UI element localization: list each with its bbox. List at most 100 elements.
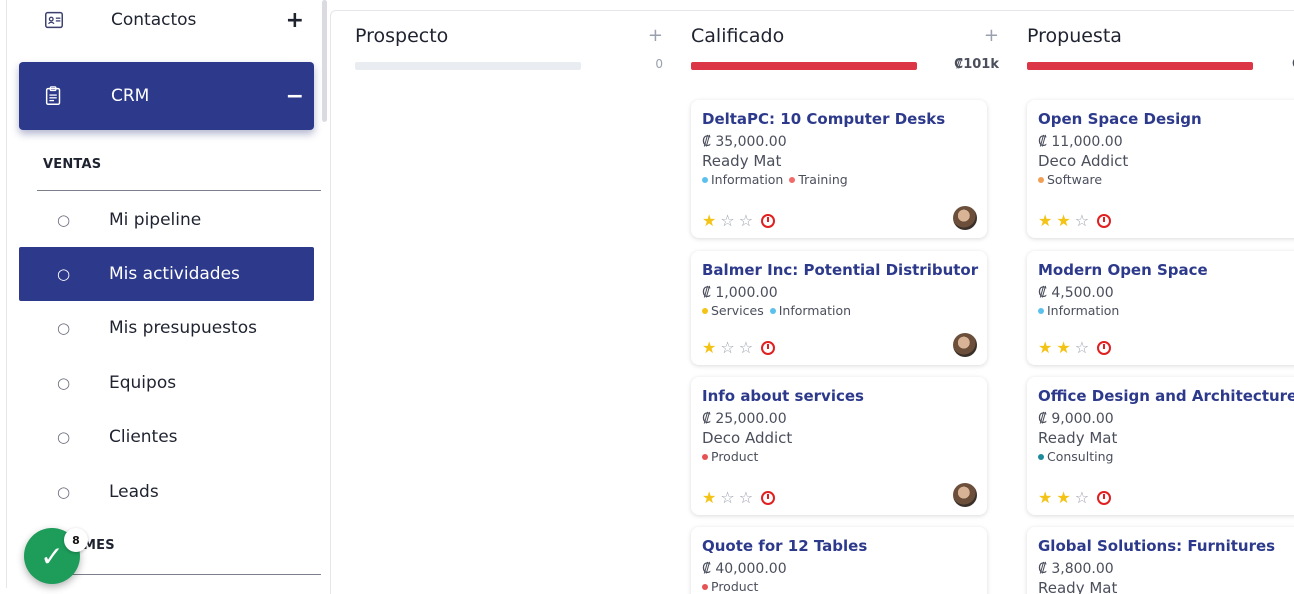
bullet-icon: ○ (57, 319, 71, 337)
sidebar-item-clientes[interactable]: ○ Clientes (19, 410, 314, 464)
card-title[interactable]: Office Design and Architecture (1038, 387, 1294, 405)
add-icon[interactable]: + (648, 25, 663, 46)
avatar[interactable] (953, 333, 977, 357)
card-title[interactable]: Balmer Inc: Potential Distributor (702, 261, 978, 279)
clock-icon[interactable] (761, 213, 776, 228)
card-company: Ready Mat (702, 152, 782, 170)
column-propuesta: Propuesta + ₡ Open Space Design ₡ 11,000… (1027, 11, 1294, 594)
notification-badge: 8 (64, 528, 88, 552)
card-title[interactable]: Open Space Design (1038, 110, 1294, 128)
clipboard-icon (45, 86, 61, 105)
sidebar-item-label: Mis actividades (109, 264, 240, 284)
sidebar-item-mis-presupuestos[interactable]: ○ Mis presupuestos (19, 301, 314, 355)
kanban-card[interactable]: Open Space Design ₡ 11,000.00 Deco Addic… (1027, 100, 1294, 238)
avatar[interactable] (953, 483, 977, 507)
card-amount: ₡ 1,000.00 (702, 285, 778, 301)
star-icon[interactable]: ☆ (720, 211, 734, 230)
star-icon[interactable]: ☆ (720, 338, 734, 357)
card-amount: ₡ 40,000.00 (702, 561, 787, 577)
progress-bar[interactable] (355, 62, 581, 70)
card-title[interactable]: Quote for 12 Tables (702, 537, 976, 555)
avatar[interactable] (953, 206, 977, 230)
expand-icon[interactable]: + (286, 8, 304, 33)
star-icon[interactable]: ★ (702, 488, 716, 507)
card-footer: ★ ★ ☆ (1038, 211, 1112, 230)
card-company: Deco Addict (1038, 152, 1129, 170)
address-card-icon (45, 11, 63, 29)
progress-bar[interactable] (1027, 62, 1253, 70)
tag: Information (769, 303, 851, 318)
sidebar-scrollbar[interactable] (322, 0, 327, 122)
kanban-card[interactable]: Quote for 12 Tables ₡ 40,000.00 Product (691, 527, 987, 594)
card-title[interactable]: Info about services (702, 387, 976, 405)
menu-crm-label: CRM (111, 86, 150, 106)
kanban-card[interactable]: Global Solutions: Furnitures ₡ 3,800.00 … (1027, 527, 1294, 594)
sidebar-item-equipos[interactable]: ○ Equipos (19, 356, 314, 410)
star-icon[interactable]: ☆ (1075, 488, 1089, 507)
check-icon: ✓ (40, 539, 64, 573)
bullet-icon: ○ (57, 428, 71, 446)
card-amount: ₡ 9,000.00 (1038, 411, 1114, 427)
card-tags: Product (702, 449, 976, 464)
star-icon[interactable]: ★ (1056, 338, 1070, 357)
star-icon[interactable]: ☆ (720, 488, 734, 507)
card-footer: ★ ☆ ☆ (702, 338, 776, 357)
clock-icon[interactable] (761, 340, 776, 355)
clock-icon[interactable] (761, 490, 776, 505)
card-footer: ★ ☆ ☆ (702, 211, 776, 230)
card-title[interactable]: Modern Open Space (1038, 261, 1294, 279)
star-icon[interactable]: ★ (1038, 338, 1052, 357)
sidebar-item-mis-actividades[interactable]: ○ Mis actividades (19, 247, 314, 301)
clock-icon[interactable] (1097, 340, 1112, 355)
tag: Services (702, 303, 764, 318)
star-icon[interactable]: ★ (1038, 211, 1052, 230)
star-icon[interactable]: ★ (1056, 211, 1070, 230)
sidebar: Contactos + CRM − VENTAS ○ Mi pipeline ○… (6, 0, 326, 588)
card-footer: ★ ☆ ☆ (702, 488, 776, 507)
tag: Training (789, 172, 848, 187)
card-tags: Product (702, 579, 976, 594)
sidebar-item-leads[interactable]: ○ Leads (19, 465, 314, 519)
sidebar-item-mi-pipeline[interactable]: ○ Mi pipeline (19, 193, 314, 247)
star-icon[interactable]: ★ (702, 338, 716, 357)
bullet-icon: ○ (57, 265, 71, 283)
menu-contactos[interactable]: Contactos + (19, 2, 314, 38)
sidebar-item-label: Mis presupuestos (109, 318, 257, 338)
section-ventas: VENTAS (43, 157, 102, 172)
kanban-card[interactable]: Office Design and Architecture ₡ 9,000.0… (1027, 377, 1294, 515)
menu-crm[interactable]: CRM − (19, 62, 314, 130)
card-amount: ₡ 25,000.00 (702, 411, 787, 427)
bullet-icon: ○ (57, 374, 71, 392)
add-icon[interactable]: + (984, 25, 999, 46)
card-amount: ₡ 35,000.00 (702, 134, 787, 150)
column-total: 0 (655, 57, 663, 71)
tag: Consulting (1038, 449, 1113, 464)
collapse-icon[interactable]: − (286, 84, 304, 109)
kanban-card[interactable]: Info about services ₡ 25,000.00 Deco Add… (691, 377, 987, 515)
bullet-icon: ○ (57, 483, 71, 501)
kanban-card[interactable]: Balmer Inc: Potential Distributor ₡ 1,00… (691, 251, 987, 365)
progress-bar[interactable] (691, 62, 917, 70)
card-tags: Services Information (702, 303, 976, 318)
clock-icon[interactable] (1097, 490, 1112, 505)
kanban-card[interactable]: Modern Open Space ₡ 4,500.00 Information… (1027, 251, 1294, 365)
star-icon[interactable]: ☆ (1075, 338, 1089, 357)
star-icon[interactable]: ★ (702, 211, 716, 230)
card-title[interactable]: DeltaPC: 10 Computer Desks (702, 110, 976, 128)
star-icon[interactable]: ☆ (739, 211, 753, 230)
star-icon[interactable]: ☆ (1075, 211, 1089, 230)
card-amount: ₡ 4,500.00 (1038, 285, 1114, 301)
column-title: Propuesta (1027, 25, 1122, 47)
star-icon[interactable]: ★ (1056, 488, 1070, 507)
card-tags: Software (1038, 172, 1294, 187)
star-icon[interactable]: ★ (1038, 488, 1052, 507)
kanban-card[interactable]: DeltaPC: 10 Computer Desks ₡ 35,000.00 R… (691, 100, 987, 238)
star-icon[interactable]: ☆ (739, 338, 753, 357)
star-icon[interactable]: ☆ (739, 488, 753, 507)
divider (37, 574, 321, 575)
sidebar-item-label: Equipos (109, 373, 177, 393)
bullet-icon: ○ (57, 211, 71, 229)
clock-icon[interactable] (1097, 213, 1112, 228)
tag: Information (702, 172, 783, 187)
card-title[interactable]: Global Solutions: Furnitures (1038, 537, 1294, 555)
